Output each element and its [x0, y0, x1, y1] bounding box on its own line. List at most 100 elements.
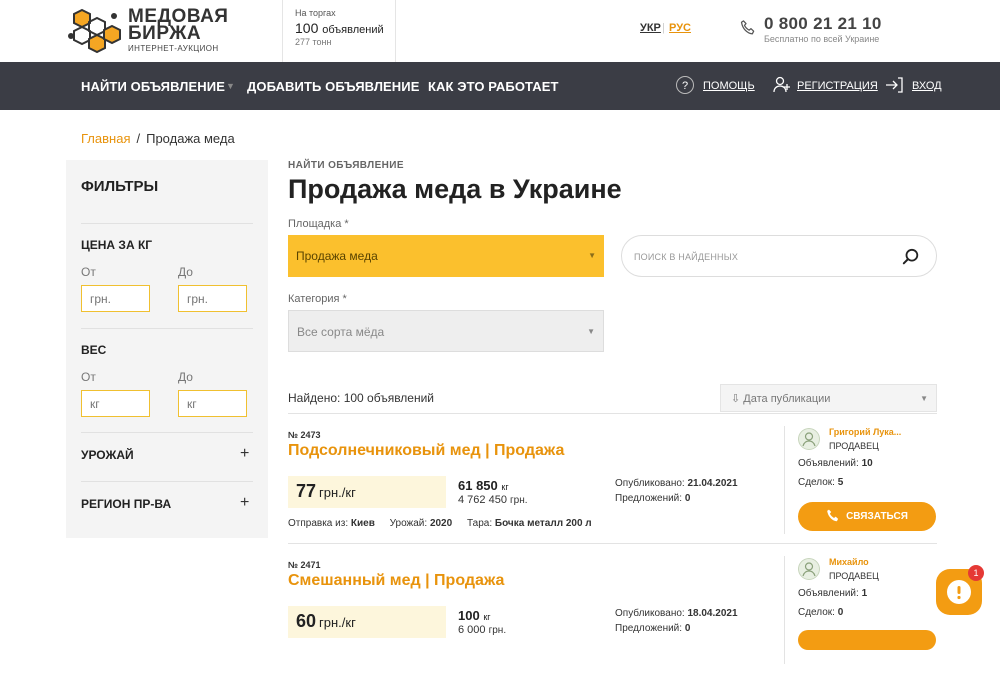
- listing-weight-value: 61 850: [458, 478, 498, 493]
- breadcrumb-home[interactable]: Главная: [81, 131, 130, 146]
- add-user-icon[interactable]: [772, 75, 792, 95]
- seller-name[interactable]: Григорий Лука...: [829, 427, 901, 437]
- phone-note: Бесплатно по всей Украине: [764, 34, 880, 44]
- card-divider: [784, 426, 785, 534]
- nav-add-ad[interactable]: ДОБАВИТЬ ОБЪЯВЛЕНИЕ: [247, 79, 420, 94]
- seller-name[interactable]: Михайло: [829, 557, 869, 567]
- avatar-icon[interactable]: [798, 558, 820, 580]
- offers-count: 0: [684, 623, 691, 634]
- listing-title[interactable]: Подсолнечниковый мед | Продажа: [288, 442, 564, 460]
- breadcrumb: Главная / Продажа меда: [81, 131, 235, 146]
- nav-help-link[interactable]: ПОМОЩЬ: [703, 80, 755, 92]
- chevron-down-icon: ▼: [588, 251, 596, 260]
- listing-total-unit: грн.: [510, 495, 528, 506]
- deals-label: Сделок:: [798, 607, 835, 618]
- category-select[interactable]: Все сорта мёда ▼: [288, 310, 604, 352]
- offers-label: Предложений:: [615, 493, 683, 504]
- phone-icon: [740, 20, 755, 35]
- seller-ads: Объявлений: 1: [798, 588, 867, 599]
- seller-role: ПРОДАВЕЦ: [829, 571, 879, 581]
- weight-to-label: До: [178, 370, 193, 384]
- nav-how-it-works[interactable]: КАК ЭТО РАБОТАЕТ: [428, 79, 559, 94]
- results-count: Найдено: 100 объявлений: [288, 391, 434, 405]
- pack-label: Тара:: [466, 518, 493, 529]
- filters-divider: [81, 328, 253, 329]
- offers-count: 0: [684, 493, 691, 504]
- published-label: Опубликовано:: [615, 608, 685, 619]
- nav-register-link[interactable]: РЕГИСТРАЦИЯ: [797, 80, 878, 92]
- lang-rus-link[interactable]: РУС: [669, 22, 691, 34]
- weight-from-input[interactable]: [81, 390, 150, 417]
- help-icon[interactable]: ?: [675, 75, 695, 95]
- auction-count-value: 100: [295, 20, 319, 36]
- listing-price-unit: грн./кг: [319, 485, 356, 500]
- listing-weight-value: 100: [458, 608, 480, 623]
- listing-price: 77 грн./кг: [288, 476, 446, 508]
- listing-weight: 61 850 кг 4 762 450 грн.: [458, 478, 528, 506]
- deals-count: 0: [837, 607, 844, 618]
- logo-tagline: ИНТЕРНЕТ-АУКЦИОН: [128, 44, 219, 53]
- nav-find-ad[interactable]: НАЙТИ ОБЪЯВЛЕНИЕ: [81, 79, 225, 94]
- listing-publication: Опубликовано: 21.04.2021 Предложений: 0: [615, 476, 738, 506]
- deals-count: 5: [837, 477, 844, 488]
- listing-total-unit: грн.: [488, 625, 507, 636]
- price-to-input[interactable]: [178, 285, 247, 312]
- platform-select-value: Продажа меда: [296, 249, 378, 263]
- listing-price-unit: грн./кг: [319, 615, 356, 630]
- contact-button[interactable]: [798, 630, 936, 650]
- weight-from-label: От: [81, 370, 96, 384]
- filters-divider: [81, 432, 253, 433]
- ship-label: Отправка из:: [288, 518, 349, 529]
- chat-icon: [947, 580, 971, 604]
- main-nav: НАЙТИ ОБЪЯВЛЕНИЕ ▼ ДОБАВИТЬ ОБЪЯВЛЕНИЕ К…: [0, 62, 1000, 110]
- logo[interactable]: МЕДОВАЯ БИРЖА ИНТЕРНЕТ-АУКЦИОН: [66, 6, 228, 56]
- listing-weight-unit: кг: [483, 612, 491, 622]
- chat-notification-badge: 1: [968, 565, 984, 581]
- logo-honeycomb-icon: [68, 8, 121, 54]
- weight-to-input[interactable]: [178, 390, 247, 417]
- price-from-input[interactable]: [81, 285, 150, 312]
- listing-total-value: 6 000: [458, 624, 486, 636]
- lang-ukr-link[interactable]: УКР: [640, 22, 661, 34]
- login-arrow-icon[interactable]: [884, 75, 904, 95]
- sort-select[interactable]: ⇩ Дата публикации ▼: [720, 384, 937, 412]
- region-expand-icon[interactable]: +: [240, 494, 249, 512]
- avatar-icon[interactable]: [798, 428, 820, 450]
- search-placeholder: ПОИСК В НАЙДЕННЫХ: [634, 252, 739, 262]
- phone-number[interactable]: 0 800 21 21 10: [764, 14, 882, 34]
- listing-title[interactable]: Смешанный мед | Продажа: [288, 572, 504, 590]
- harvest-expand-icon[interactable]: +: [240, 445, 249, 463]
- ship-value: Киев: [350, 518, 375, 529]
- seller-deals: Сделок: 5: [798, 477, 843, 488]
- harvest-label: Урожай:: [389, 518, 428, 529]
- svg-text:?: ?: [682, 80, 688, 92]
- category-select-value: Все сорта мёда: [297, 325, 385, 339]
- contact-button-label: СВЯЗАТЬСЯ: [846, 511, 908, 522]
- pack-value: Бочка металл 200 л: [494, 518, 592, 529]
- listing-number: № 2473: [288, 430, 321, 440]
- listing-total-value: 4 762 450: [458, 494, 507, 506]
- listing-weight: 100 кг 6 000 грн.: [458, 608, 506, 636]
- search-in-results[interactable]: ПОИСК В НАЙДЕННЫХ: [621, 235, 937, 277]
- platform-select[interactable]: Продажа меда ▼: [288, 235, 604, 277]
- harvest-filter-title[interactable]: УРОЖАЙ: [81, 448, 134, 462]
- platform-label: Площадка *: [288, 218, 349, 230]
- listing-number: № 2471: [288, 560, 321, 570]
- nav-find-caret-icon[interactable]: ▼: [226, 81, 235, 91]
- nav-login-link[interactable]: ВХОД: [912, 80, 942, 92]
- ads-count: 1: [861, 588, 868, 599]
- auction-count-unit: объявлений: [322, 24, 384, 36]
- page-title: Продажа меда в Украине: [288, 174, 622, 204]
- sort-arrow-icon: ⇩: [731, 393, 741, 405]
- filters-divider: [81, 481, 253, 482]
- listing-weight-unit: кг: [501, 482, 509, 492]
- search-icon[interactable]: [902, 248, 920, 266]
- seller-ads: Объявлений: 10: [798, 458, 873, 469]
- auction-tons: 277 тонн: [295, 37, 332, 47]
- offers-label: Предложений:: [615, 623, 683, 634]
- card-divider: [784, 556, 785, 664]
- breadcrumb-current: Продажа меда: [146, 131, 235, 146]
- chat-widget-button[interactable]: 1: [936, 565, 984, 615]
- region-filter-title[interactable]: РЕГИОН ПР-ВА: [81, 497, 171, 511]
- contact-button[interactable]: СВЯЗАТЬСЯ: [798, 502, 936, 531]
